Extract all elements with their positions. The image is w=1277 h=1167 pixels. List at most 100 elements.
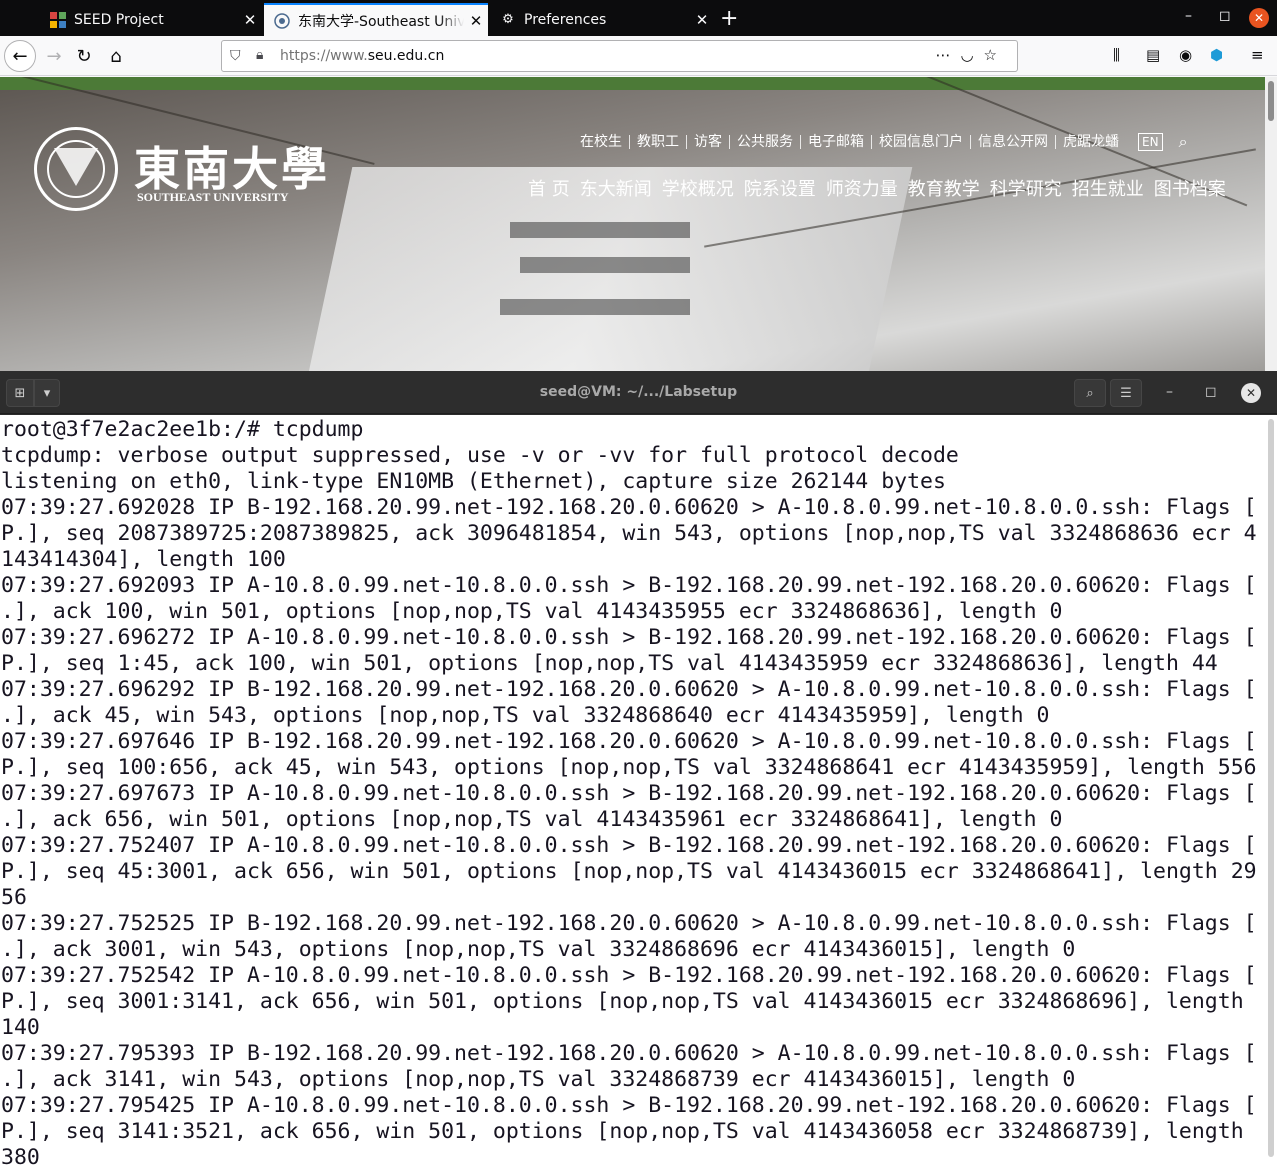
language-toggle[interactable]: EN	[1138, 133, 1163, 151]
gear-icon: ⚙	[502, 12, 514, 27]
hamburger-menu-icon[interactable]: ☰	[1110, 379, 1142, 407]
terminal-line: root@3f7e2ac2ee1b:/# tcpdump	[1, 417, 364, 442]
page-actions[interactable]: ⋯◡☆	[935, 46, 1007, 64]
close-tab-icon[interactable]: ✕	[690, 11, 714, 29]
top-link[interactable]: 信息公开网	[971, 135, 1056, 149]
terminal-line: P.], seq 1:45, ack 100, win 501, options…	[1, 651, 1218, 676]
terminal-line: 143414304], length 100	[1, 547, 286, 572]
tab-bar: SEED Project ✕ 东南大学-Southeast University…	[0, 0, 1277, 36]
maximize-icon[interactable]: ◻	[1219, 8, 1231, 24]
window-decor	[500, 299, 690, 315]
main-nav-item[interactable]: 教育教学	[908, 175, 980, 201]
terminal-line: .], ack 45, win 543, options [nop,nop,TS…	[1, 703, 1050, 728]
menu-icon[interactable]: ≡	[1251, 46, 1264, 64]
main-nav-item[interactable]: 招生就业	[1072, 175, 1144, 201]
maximize-icon[interactable]: ◻	[1205, 384, 1217, 400]
close-window-icon[interactable]: ✕	[1249, 8, 1269, 28]
terminal-line: 07:39:27.696292 IP B-192.168.20.99.net-1…	[1, 677, 1257, 702]
navigation-toolbar: ← → ↻ ⌂ ⛉ 🔒︎ https://www.seu.edu.cn ⋯◡☆ …	[0, 36, 1277, 76]
page-scrollbar[interactable]	[1265, 77, 1277, 371]
url-domain: seu.edu.cn	[367, 48, 445, 64]
search-icon[interactable]: ⌕	[1179, 132, 1188, 152]
minimize-icon[interactable]: –	[1185, 8, 1192, 24]
top-link[interactable]: 访客	[687, 135, 730, 149]
forward-arrow-icon[interactable]: →	[40, 42, 68, 70]
terminal-line: .], ack 3141, win 543, options [nop,nop,…	[1, 1067, 1076, 1092]
library-icon[interactable]: ⫼	[1113, 46, 1120, 64]
terminal-line: P.], seq 100:656, ack 45, win 543, optio…	[1, 755, 1257, 780]
search-icon[interactable]: ⌕	[1074, 379, 1106, 407]
top-link[interactable]: 电子邮箱	[801, 135, 872, 149]
main-nav-item[interactable]: 东大新闻	[580, 175, 652, 201]
top-link[interactable]: 教职工	[630, 135, 687, 149]
bookmark-star-icon[interactable]: ☆	[984, 46, 1007, 64]
window-decor	[520, 257, 690, 273]
scrollbar-thumb[interactable]	[1268, 81, 1274, 121]
top-link[interactable]: 校园信息门户	[872, 135, 971, 149]
extension-icon[interactable]: ⬢	[1210, 46, 1223, 64]
tab-title: Preferences	[524, 11, 607, 28]
main-nav-item[interactable]: 师资力量	[826, 175, 898, 201]
terminal-line: 07:39:27.692028 IP B-192.168.20.99.net-1…	[1, 495, 1257, 520]
tab-title: SEED Project	[74, 11, 164, 28]
terminal-headerbar: ⊞ ▾ seed@VM: ~/.../Labsetup ⌕ ☰ – ◻ ✕	[0, 371, 1277, 414]
terminal-line: 07:39:27.752525 IP B-192.168.20.99.net-1…	[1, 911, 1257, 936]
tab-preferences[interactable]: ⚙ Preferences ✕	[490, 3, 714, 36]
tab-southeast-university[interactable]: 东南大学-Southeast University ✕	[264, 3, 488, 36]
terminal-line: P.], seq 45:3001, ack 656, win 501, opti…	[1, 859, 1257, 884]
terminal-line: .], ack 656, win 501, options [nop,nop,T…	[1, 807, 1063, 832]
minimize-icon[interactable]: –	[1166, 384, 1173, 400]
terminal-line: listening on eth0, link-type EN10MB (Eth…	[1, 469, 946, 494]
logo-english[interactable]: SOUTHEAST UNIVERSITY	[137, 190, 289, 205]
main-nav-item[interactable]: 科学研究	[990, 175, 1062, 201]
main-nav-item[interactable]: 首 页	[528, 175, 570, 201]
url-text[interactable]: https://www.seu.edu.cn	[280, 48, 444, 64]
terminal-line: P.], seq 2087389725:2087389825, ack 3096…	[1, 521, 1257, 546]
terminal-scrollbar[interactable]	[1265, 415, 1277, 1167]
url-prefix: https://www.	[280, 48, 368, 64]
terminal-window: ⊞ ▾ seed@VM: ~/.../Labsetup ⌕ ☰ – ◻ ✕ ro…	[0, 371, 1277, 1167]
tab-title: 东南大学-Southeast University	[298, 13, 464, 30]
reload-icon[interactable]: ↻	[70, 42, 98, 70]
scrollbar-thumb[interactable]	[1268, 419, 1274, 1157]
terminal-line: 140	[1, 1015, 40, 1040]
terminal-line: 07:39:27.697646 IP B-192.168.20.99.net-1…	[1, 729, 1257, 754]
seu-seal-icon	[274, 12, 290, 29]
account-icon[interactable]: ◉	[1179, 46, 1192, 64]
terminal-output[interactable]: root@3f7e2ac2ee1b:/# tcpdump tcpdump: ver…	[0, 415, 1265, 1167]
reader-view-icon[interactable]: ▤	[1146, 46, 1160, 64]
home-icon[interactable]: ⌂	[102, 42, 130, 70]
new-tab-icon[interactable]: +	[720, 6, 738, 31]
main-nav-item[interactable]: 院系设置	[744, 175, 816, 201]
terminal-line: 07:39:27.692093 IP A-10.8.0.99.net-10.8.…	[1, 573, 1257, 598]
main-nav-item[interactable]: 学校概况	[662, 175, 734, 201]
window-decor	[510, 222, 690, 238]
tracking-shield-icon[interactable]: ⛉	[230, 48, 241, 64]
terminal-line: P.], seq 3001:3141, ack 656, win 501, op…	[1, 989, 1244, 1014]
top-link[interactable]: 虎踞龙蟠	[1056, 135, 1126, 149]
main-nav-item[interactable]: 图书档案	[1154, 175, 1226, 201]
terminal-line: .], ack 3001, win 543, options [nop,nop,…	[1, 937, 1076, 962]
top-links: 在校生 教职工 访客 公共服务 电子邮箱 校园信息门户 信息公开网 虎踞龙蟠 E…	[580, 132, 1188, 152]
close-tab-icon[interactable]: ✕	[464, 12, 488, 30]
terminal-line: 07:39:27.795393 IP B-192.168.20.99.net-1…	[1, 1041, 1257, 1066]
back-arrow-icon[interactable]: ←	[4, 40, 36, 72]
terminal-line: 07:39:27.752407 IP A-10.8.0.99.net-10.8.…	[1, 833, 1257, 858]
terminal-line: 07:39:27.696272 IP A-10.8.0.99.net-10.8.…	[1, 625, 1257, 650]
close-icon[interactable]: ✕	[1241, 383, 1261, 403]
seu-seal-logo[interactable]	[34, 127, 118, 211]
url-bar[interactable]: ⛉ 🔒︎ https://www.seu.edu.cn ⋯◡☆	[221, 40, 1018, 72]
browser-window: SEED Project ✕ 东南大学-Southeast University…	[0, 0, 1277, 371]
tab-seed-project[interactable]: SEED Project ✕	[40, 3, 262, 36]
terminal-line: 07:39:27.795425 IP A-10.8.0.99.net-10.8.…	[1, 1093, 1257, 1118]
terminal-line: 07:39:27.752542 IP A-10.8.0.99.net-10.8.…	[1, 963, 1257, 988]
pocket-icon[interactable]: ◡	[960, 46, 983, 64]
more-actions-icon[interactable]: ⋯	[935, 46, 960, 64]
close-tab-icon[interactable]: ✕	[238, 11, 262, 29]
top-link[interactable]: 公共服务	[730, 135, 801, 149]
terminal-line: P.], seq 3141:3521, ack 656, win 501, op…	[1, 1119, 1244, 1144]
terminal-line: .], ack 100, win 501, options [nop,nop,T…	[1, 599, 1063, 624]
top-link[interactable]: 在校生	[580, 135, 630, 149]
lock-icon[interactable]: 🔒︎	[256, 47, 263, 63]
main-nav: 首 页 东大新闻 学校概况 院系设置 师资力量 教育教学 科学研究 招生就业 图…	[528, 175, 1236, 201]
